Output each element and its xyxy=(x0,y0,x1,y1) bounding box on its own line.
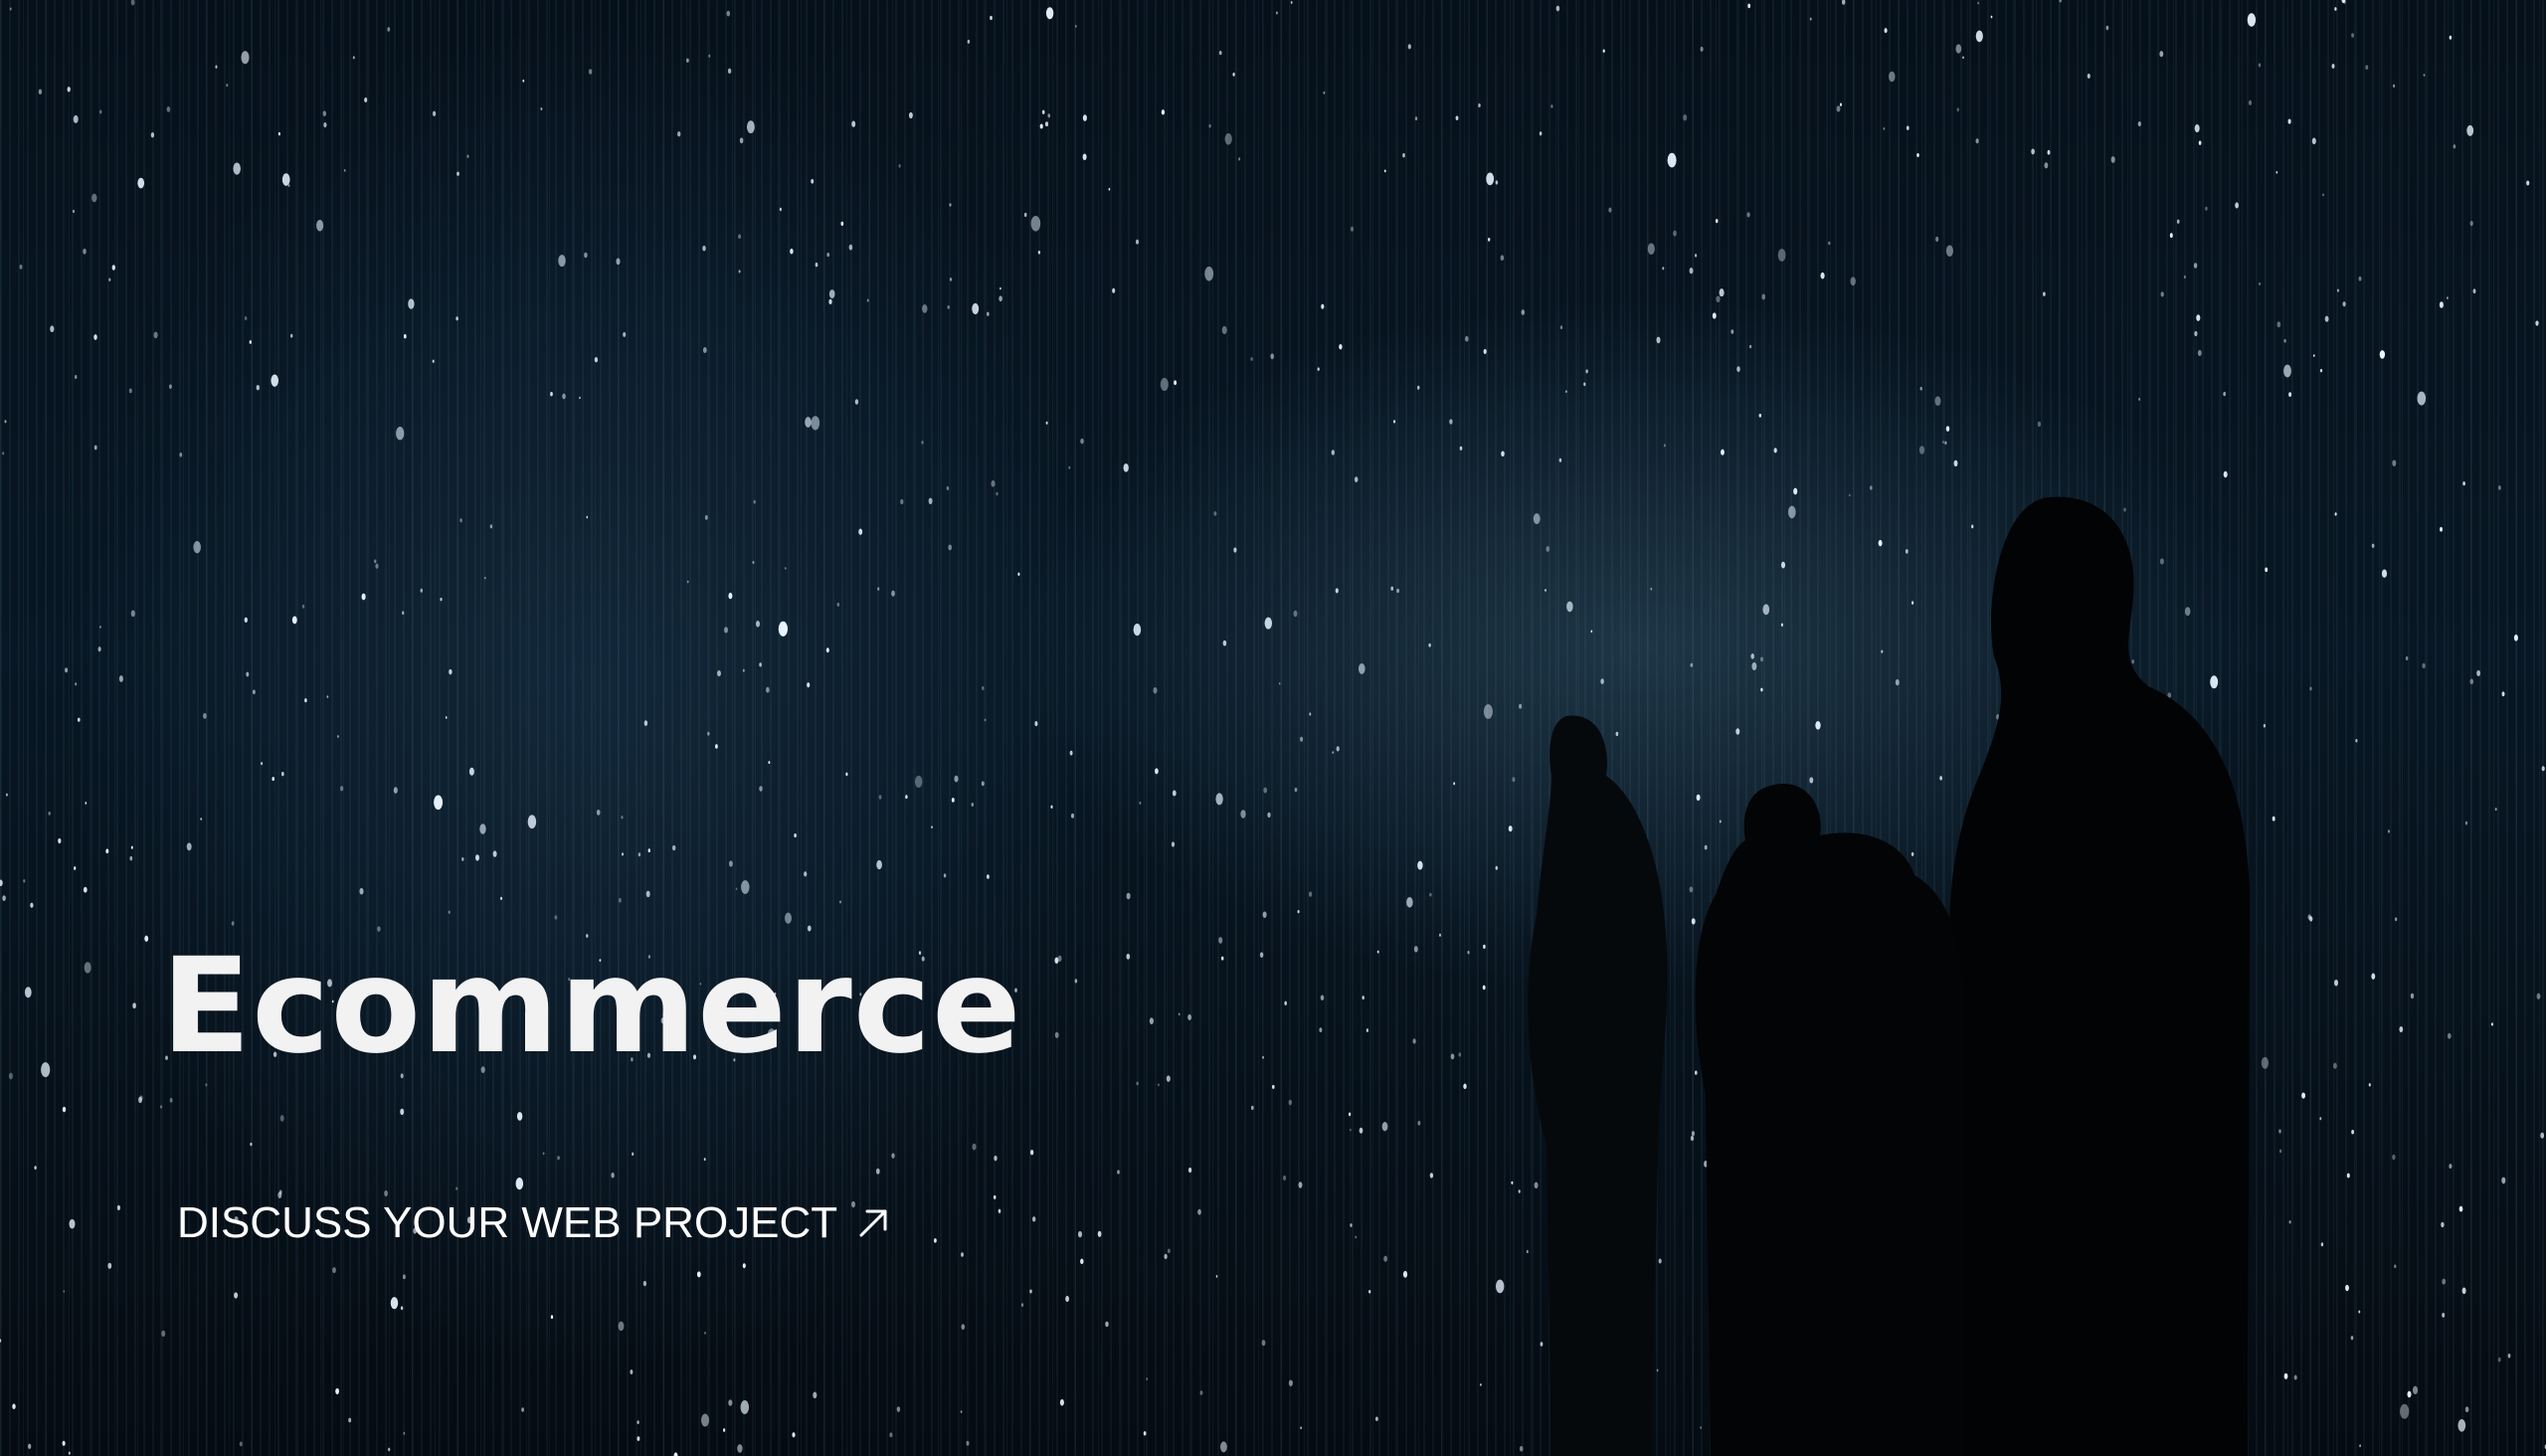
page-title: Ecommerce xyxy=(161,930,1022,1083)
cta-label: DISCUSS YOUR WEB PROJECT xyxy=(177,1198,838,1247)
hero-section: Ecommerce DISCUSS YOUR WEB PROJECT xyxy=(0,0,2546,1456)
arrow-up-right-icon xyxy=(859,1209,887,1237)
discuss-project-link[interactable]: DISCUSS YOUR WEB PROJECT xyxy=(177,1193,891,1253)
